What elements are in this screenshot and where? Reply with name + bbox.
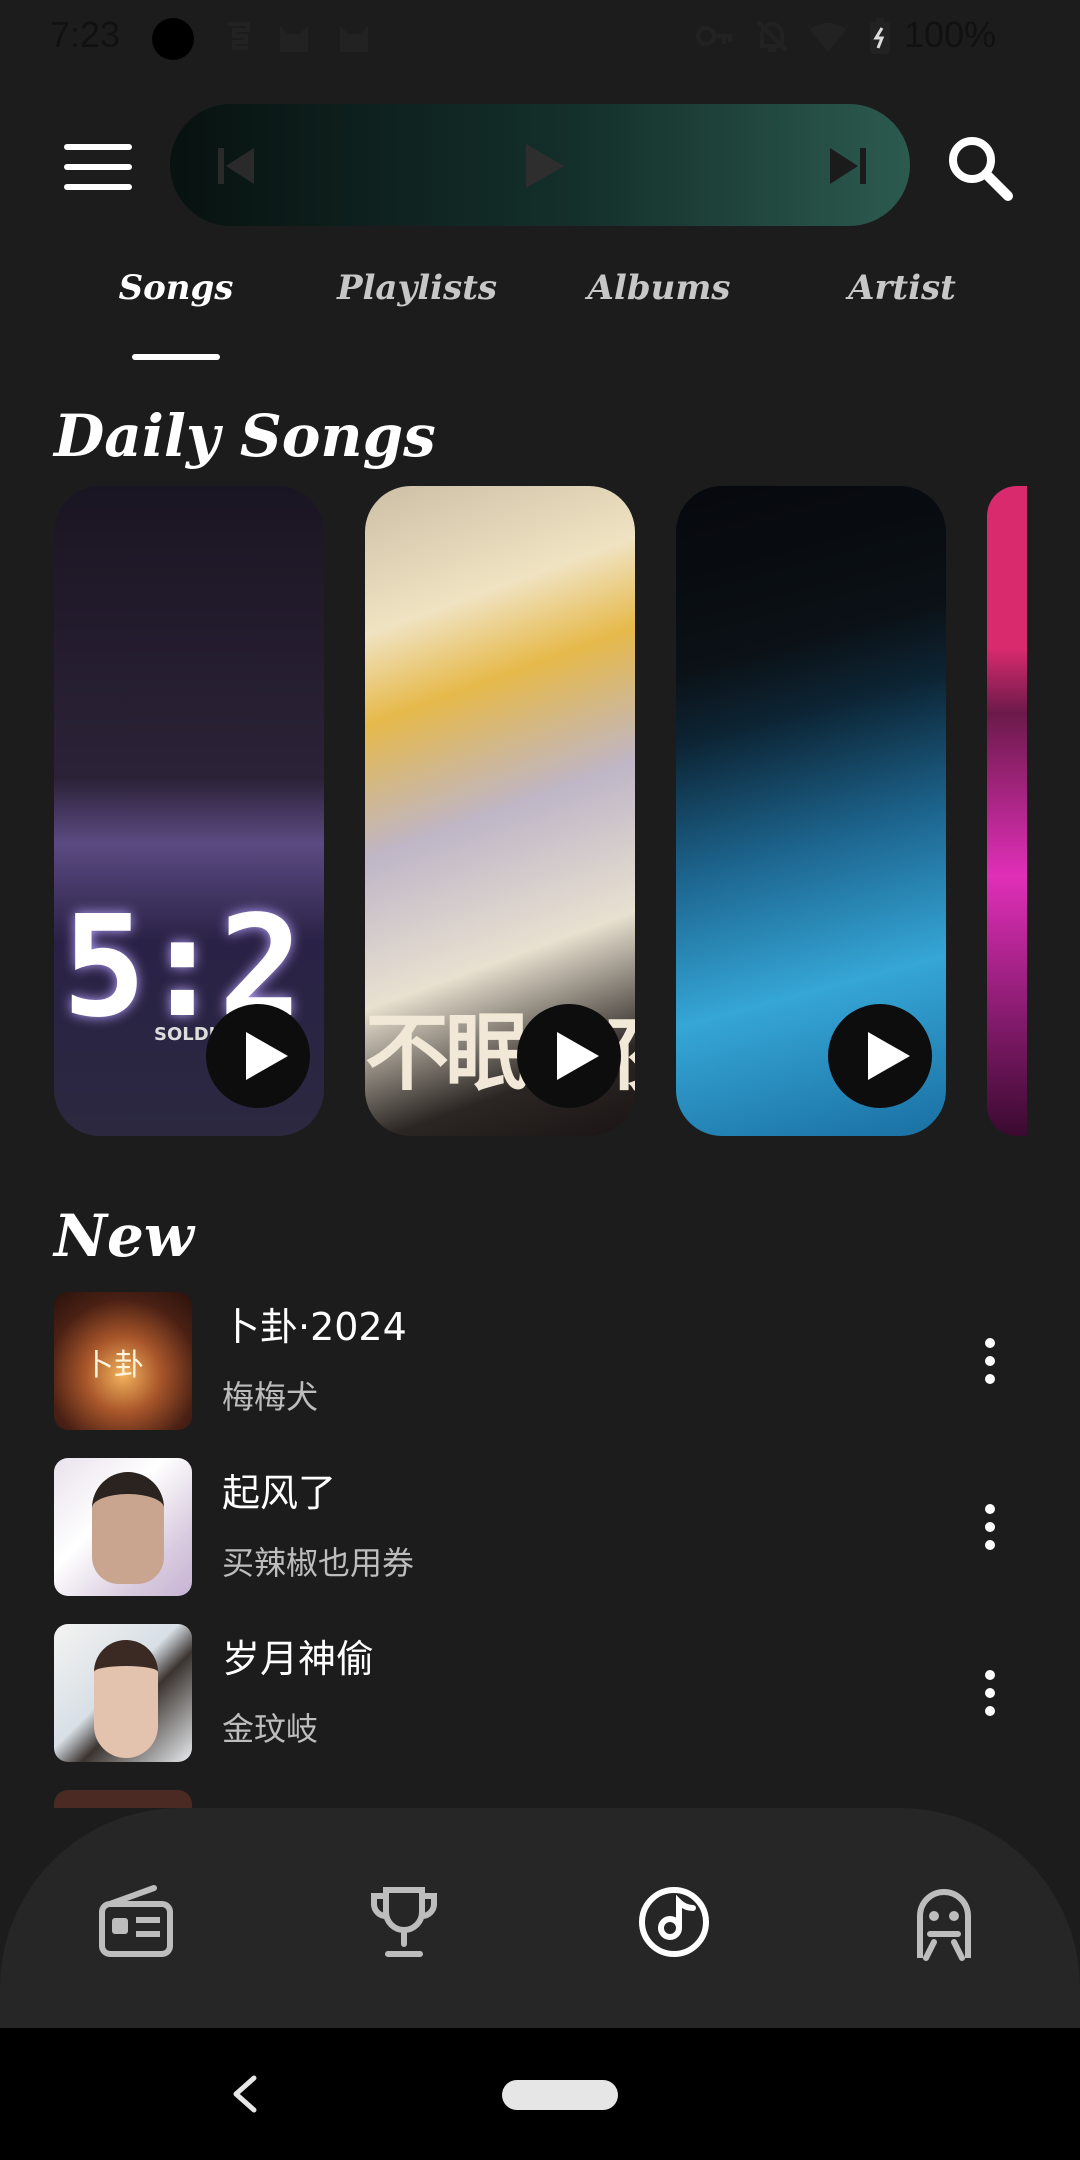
- hamburger-menu-icon: [64, 144, 132, 150]
- song-row[interactable]: 起风了 买辣椒也用券: [0, 1458, 1080, 1608]
- song-cover: 卜卦: [54, 1292, 192, 1430]
- song-cover-partial: [54, 1790, 192, 1808]
- song-row[interactable]: 岁月神偷 金玟岐: [0, 1624, 1080, 1774]
- status-bar: 7:23 100%: [0, 0, 1080, 80]
- play-button[interactable]: [517, 1004, 621, 1108]
- daily-song-card-2[interactable]: 不眠之夜: [365, 486, 635, 1136]
- music-disc-icon[interactable]: [634, 1882, 714, 1962]
- notifications-off-icon: [756, 20, 788, 52]
- vpn-key-icon: [696, 26, 732, 46]
- daily-song-card-1[interactable]: 5:2 SOLDIE: [54, 486, 324, 1136]
- skip-previous-icon[interactable]: [214, 144, 258, 188]
- more-options-icon[interactable]: [964, 1664, 1014, 1724]
- notification-dot-icon: [152, 18, 194, 60]
- mini-player[interactable]: [170, 104, 910, 226]
- tab-playlists[interactable]: Playlists: [317, 268, 517, 308]
- tab-songs[interactable]: Songs: [76, 268, 276, 308]
- home-pill[interactable]: [502, 2080, 618, 2110]
- new-section-title: New: [54, 1202, 194, 1270]
- battery-percentage: 100%: [904, 14, 997, 55]
- song-cover: [54, 1624, 192, 1762]
- song-cover: [54, 1458, 192, 1596]
- song-title: 岁月神偷: [222, 1637, 375, 1681]
- back-icon[interactable]: [226, 2072, 266, 2116]
- tab-artist[interactable]: Artist: [802, 268, 1002, 308]
- song-artist: 金玟岐: [222, 1710, 319, 1748]
- more-options-icon[interactable]: [964, 1332, 1014, 1392]
- play-button[interactable]: [828, 1004, 932, 1108]
- song-artist: 买辣椒也用券: [222, 1544, 415, 1582]
- play-icon[interactable]: [520, 142, 568, 190]
- battery-icon: [870, 18, 890, 54]
- tab-active-indicator: [132, 354, 220, 360]
- notification-icon: [228, 22, 250, 50]
- status-time: 7:23: [50, 14, 121, 55]
- tab-albums[interactable]: Albums: [559, 268, 759, 308]
- song-artist: 梅梅犬: [222, 1378, 319, 1416]
- cat-notification-icon-2: [340, 26, 368, 52]
- play-button[interactable]: [206, 1004, 310, 1108]
- daily-song-card-4[interactable]: [987, 486, 1027, 1136]
- skip-next-icon[interactable]: [826, 144, 870, 188]
- daily-songs-title: Daily Songs: [54, 402, 436, 470]
- search-icon[interactable]: [944, 132, 1014, 202]
- menu-button[interactable]: [64, 144, 132, 192]
- more-options-icon[interactable]: [964, 1498, 1014, 1558]
- song-row[interactable]: 卜卦 卜卦·2024 梅梅犬: [0, 1292, 1080, 1442]
- cover-text: 卜卦: [84, 1348, 144, 1383]
- radio-icon[interactable]: [96, 1882, 176, 1962]
- alien-profile-icon[interactable]: [904, 1882, 984, 1962]
- daily-song-card-3[interactable]: [676, 486, 946, 1136]
- cat-notification-icon: [280, 26, 308, 52]
- song-title: 卜卦·2024: [222, 1305, 407, 1349]
- trophy-icon[interactable]: [364, 1882, 444, 1962]
- wifi-icon: [810, 22, 846, 52]
- song-title: 起风了: [222, 1471, 337, 1515]
